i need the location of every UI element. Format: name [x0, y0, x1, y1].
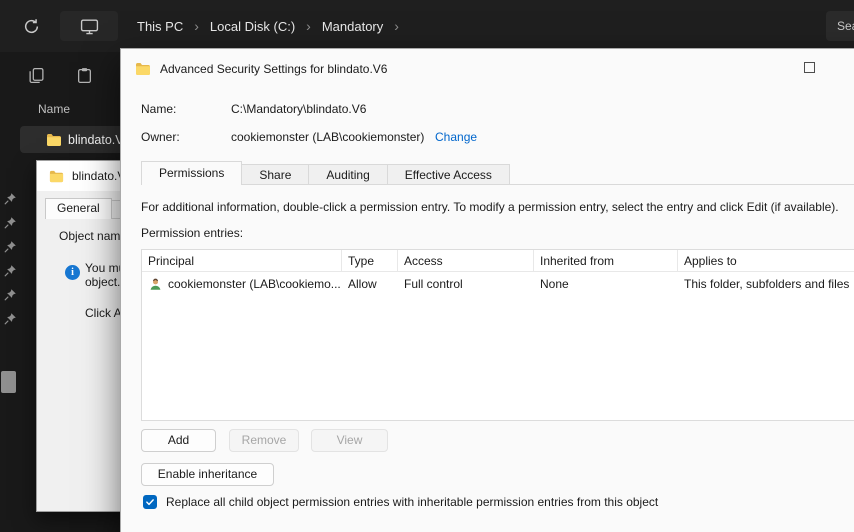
- owner-label: Owner:: [141, 130, 180, 144]
- cell-type: Allow: [348, 277, 377, 291]
- cell-access: Full control: [404, 277, 463, 291]
- header-principal[interactable]: Principal: [142, 250, 342, 271]
- breadcrumb-this-pc[interactable]: This PC: [128, 13, 192, 40]
- header-inherited-from[interactable]: Inherited from: [534, 250, 678, 271]
- table-header-row: Principal Type Access Inherited from App…: [142, 250, 854, 272]
- permission-entries-label: Permission entries:: [141, 226, 244, 240]
- info-text-line2: object.: [85, 275, 121, 289]
- header-type[interactable]: Type: [342, 250, 398, 271]
- name-value: C:\Mandatory\blindato.V6: [231, 102, 367, 116]
- breadcrumb-local-disk-c[interactable]: Local Disk (C:): [201, 13, 304, 40]
- replace-permissions-row: Replace all child object permission entr…: [143, 495, 658, 509]
- header-applies-to[interactable]: Applies to: [678, 250, 854, 271]
- pin-icon[interactable]: [4, 264, 17, 277]
- instruction-text: For additional information, double-click…: [141, 200, 839, 214]
- dialog-titlebar[interactable]: Advanced Security Settings for blindato.…: [121, 49, 854, 89]
- tab-share[interactable]: Share: [242, 164, 310, 185]
- tab-general[interactable]: General: [45, 198, 112, 219]
- view-button[interactable]: View: [311, 429, 388, 452]
- this-pc-monitor-icon: [80, 18, 99, 35]
- folder-icon: [46, 132, 62, 148]
- cell-inherited-from: None: [540, 277, 569, 291]
- replace-permissions-label: Replace all child object permission entr…: [166, 495, 659, 509]
- change-owner-link[interactable]: Change: [435, 130, 477, 144]
- pin-icon[interactable]: [4, 288, 17, 301]
- scrollbar-thumb[interactable]: [1, 371, 16, 393]
- paste-icon[interactable]: [76, 67, 93, 84]
- dialog-title: Advanced Security Settings for blindato.…: [160, 62, 388, 76]
- folder-icon: [49, 169, 64, 184]
- copy-icon[interactable]: [28, 67, 45, 84]
- breadcrumb: This PC › Local Disk (C:) › Mandatory ›: [128, 0, 401, 52]
- replace-permissions-checkbox[interactable]: [143, 495, 157, 509]
- breadcrumb-mandatory[interactable]: Mandatory: [313, 13, 392, 40]
- table-row[interactable]: cookiemonster (LAB\cookiemo... Allow Ful…: [142, 272, 854, 296]
- remove-button[interactable]: Remove: [229, 429, 299, 452]
- explorer-topbar: This PC › Local Disk (C:) › Mandatory › …: [0, 0, 854, 52]
- folder-icon: [135, 61, 151, 77]
- user-icon: [148, 277, 163, 292]
- chevron-right-icon: ›: [194, 18, 199, 34]
- advanced-security-dialog: Advanced Security Settings for blindato.…: [120, 48, 854, 532]
- header-access[interactable]: Access: [398, 250, 534, 271]
- cell-applies-to: This folder, subfolders and files: [684, 277, 850, 291]
- add-button[interactable]: Add: [141, 429, 216, 452]
- tab-effective-access[interactable]: Effective Access: [387, 164, 510, 185]
- tab-auditing[interactable]: Auditing: [309, 164, 388, 185]
- refresh-icon: [23, 18, 40, 35]
- cell-principal: cookiemonster (LAB\cookiemo...: [168, 277, 341, 291]
- enable-inheritance-button[interactable]: Enable inheritance: [141, 463, 274, 486]
- info-icon: i: [65, 265, 80, 280]
- maximize-button[interactable]: [804, 62, 815, 73]
- refresh-button[interactable]: [20, 15, 42, 37]
- dialog-tabs: Permissions Share Auditing Effective Acc…: [141, 161, 510, 185]
- name-column-header[interactable]: Name: [38, 102, 70, 116]
- owner-value: cookiemonster (LAB\cookiemonster): [231, 130, 425, 144]
- search-input[interactable]: Sea: [826, 11, 854, 41]
- pin-icon[interactable]: [4, 312, 17, 325]
- pin-icon[interactable]: [4, 240, 17, 253]
- permission-entries-table: Principal Type Access Inherited from App…: [141, 249, 854, 421]
- desktop-screen: This PC › Local Disk (C:) › Mandatory › …: [0, 0, 854, 532]
- chevron-right-icon: ›: [394, 18, 399, 34]
- tab-permissions[interactable]: Permissions: [141, 161, 243, 185]
- location-button[interactable]: [60, 11, 118, 41]
- chevron-right-icon: ›: [306, 18, 311, 34]
- name-label: Name:: [141, 102, 177, 116]
- pin-icon[interactable]: [4, 216, 17, 229]
- pin-icon[interactable]: [4, 192, 17, 205]
